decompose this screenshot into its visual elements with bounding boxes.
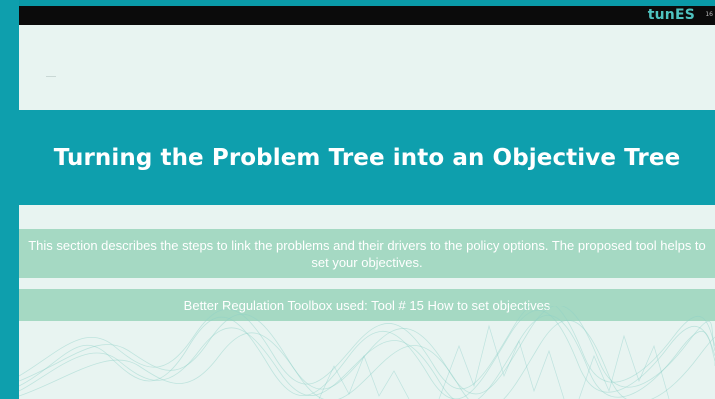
description-text: This section describes the steps to link… <box>28 237 706 270</box>
tunes-logo: tunES <box>647 7 695 23</box>
presentation-slide: tunES 16 Turning the Problem Tree into a… <box>19 6 715 399</box>
slide-title: Turning the Problem Tree into an Objecti… <box>53 144 681 171</box>
title-band: Turning the Problem Tree into an Objecti… <box>19 110 715 205</box>
decorative-dash <box>46 76 56 77</box>
left-frame-strip <box>0 0 19 399</box>
slide-top-bar: tunES 16 <box>19 6 715 25</box>
description-band: This section describes the steps to link… <box>19 229 715 278</box>
decorative-wave-graphic <box>19 306 715 399</box>
page-number: 16 <box>705 11 713 18</box>
